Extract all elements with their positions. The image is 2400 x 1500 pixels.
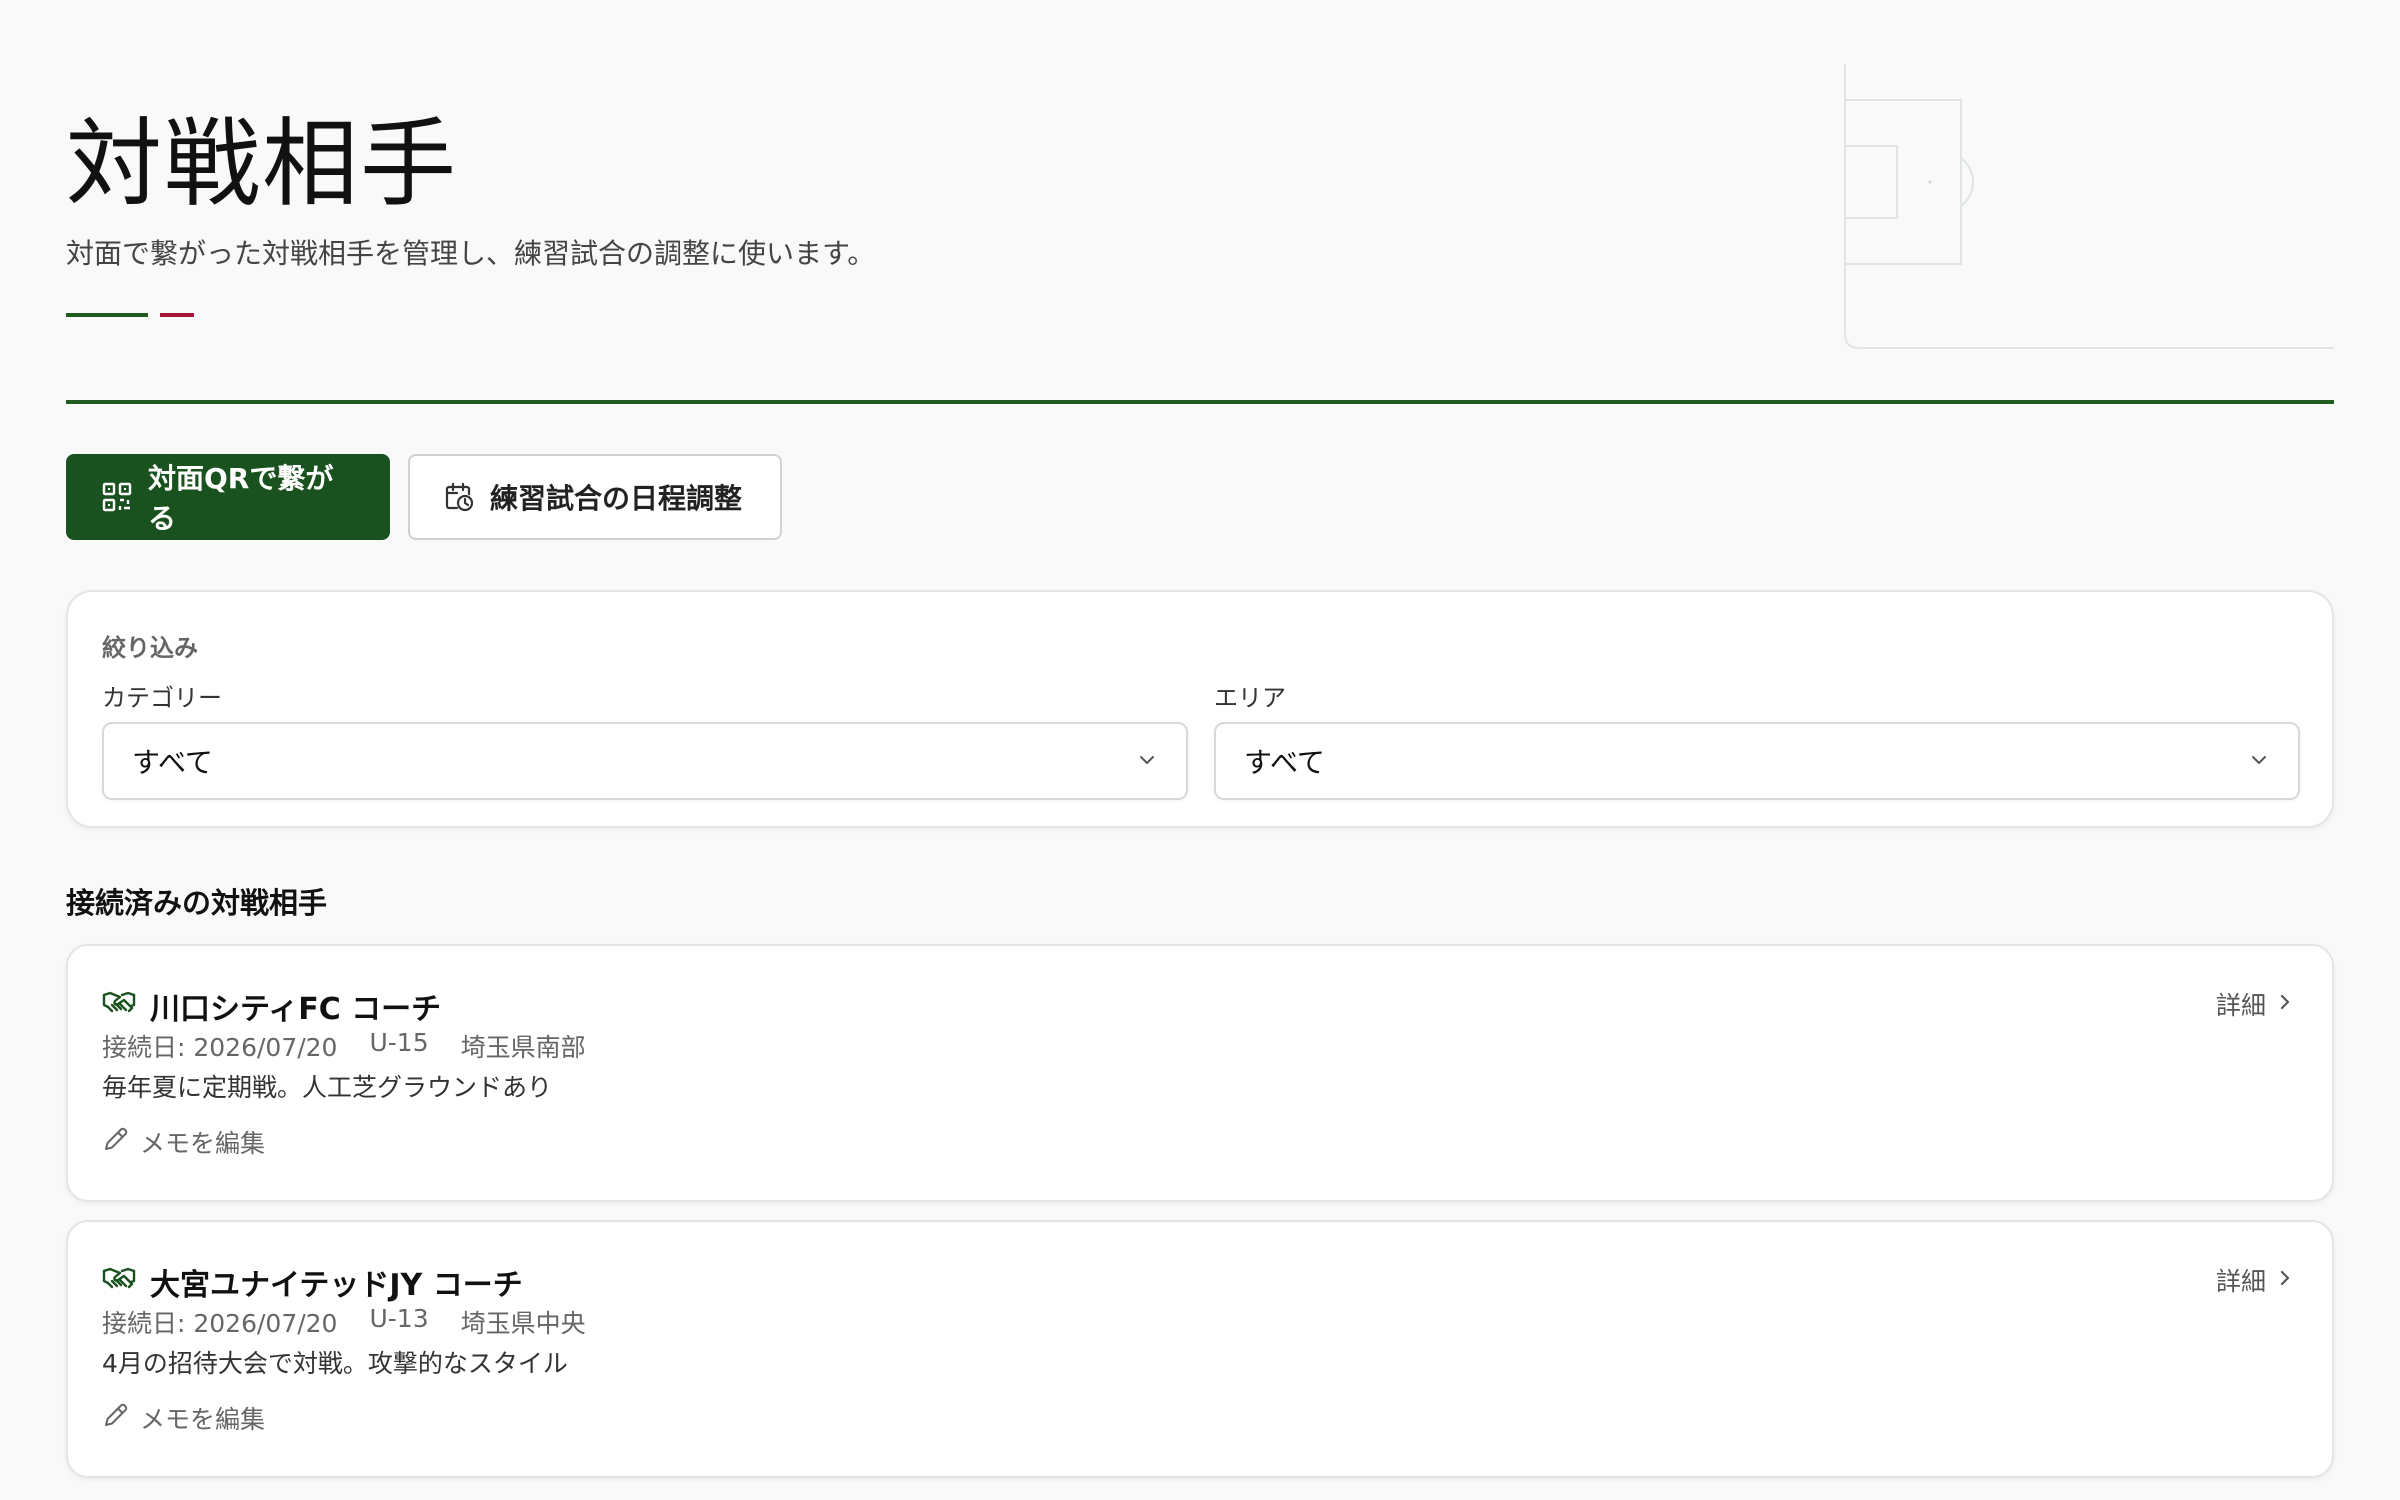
- opponent-card: 大宮ユナイテッドJY コーチ 詳細 接続日: 2026/07/20 U-13 埼…: [66, 1220, 2334, 1478]
- pencil-icon: [102, 1401, 130, 1435]
- opponent-meta: 接続日: 2026/07/20 U-13 埼玉県中央: [102, 1304, 586, 1340]
- opponent-card-header: 大宮ユナイテッドJY コーチ: [102, 1260, 523, 1304]
- opponent-detail-link[interactable]: 詳細: [2216, 1262, 2294, 1298]
- qr-connect-button[interactable]: 対面QRで繋がる: [66, 454, 390, 540]
- chevron-right-icon: [2276, 990, 2294, 1019]
- header-divider: [66, 400, 2334, 404]
- calendar-clock-icon: [442, 480, 476, 514]
- chevron-down-icon: [2248, 745, 2270, 778]
- accent-bar-red: [160, 313, 194, 317]
- area-filter: エリア すべて: [1214, 678, 2300, 800]
- area-label: エリア: [1214, 684, 1286, 712]
- edit-memo-button[interactable]: メモを編集: [102, 1124, 265, 1160]
- page-subtitle: 対面で繋がった対戦相手を管理し、練習試合の調整に使います。: [66, 237, 876, 270]
- opponent-meta: 接続日: 2026/07/20 U-15 埼玉県南部: [102, 1028, 586, 1064]
- opponent-category: U-15: [369, 1028, 429, 1057]
- category-label: カテゴリー: [102, 684, 222, 712]
- page-title: 対戦相手: [66, 108, 458, 220]
- opponent-name: 川口シティFC コーチ: [150, 992, 442, 1027]
- opponent-note: 4月の招待大会で対戦。攻撃的なスタイル: [102, 1349, 568, 1378]
- soccer-pitch-illustration: [1844, 64, 2334, 349]
- edit-memo-label: メモを編集: [140, 1129, 266, 1158]
- edit-memo-label: メモを編集: [140, 1405, 266, 1434]
- category-filter: カテゴリー すべて: [102, 678, 1188, 800]
- handshake-icon: [102, 989, 136, 1023]
- area-select[interactable]: すべて: [1214, 722, 2300, 800]
- opponent-detail-link[interactable]: 詳細: [2216, 986, 2294, 1022]
- category-select-value: すべて: [132, 746, 213, 779]
- area-select-value: すべて: [1244, 746, 1325, 779]
- opponent-connected-date: 接続日: 2026/07/20: [102, 1033, 338, 1062]
- opponent-category: U-13: [369, 1304, 429, 1333]
- opponent-card-header: 川口シティFC コーチ: [102, 984, 441, 1028]
- opponent-connected-date: 接続日: 2026/07/20: [102, 1309, 338, 1338]
- action-bar: 対面QRで繋がる 練習試合の日程調整: [66, 454, 782, 540]
- qr-code-icon: [100, 480, 134, 514]
- edit-memo-button[interactable]: メモを編集: [102, 1400, 265, 1436]
- filter-panel: 絞り込み カテゴリー すべて エリア すべて: [66, 590, 2334, 828]
- chevron-down-icon: [1136, 745, 1158, 778]
- handshake-icon: [102, 1265, 136, 1299]
- opponent-detail-label: 詳細: [2215, 1267, 2266, 1296]
- chevron-right-icon: [2276, 1266, 2294, 1295]
- page-header: 対戦相手 対面で繋がった対戦相手を管理し、練習試合の調整に使います。: [66, 0, 2334, 404]
- opponent-area: 埼玉県中央: [460, 1309, 586, 1338]
- opponent-card: 川口シティFC コーチ 詳細 接続日: 2026/07/20 U-15 埼玉県南…: [66, 944, 2334, 1202]
- pencil-icon: [102, 1125, 130, 1159]
- opponent-name: 大宮ユナイテッドJY コーチ: [150, 1268, 523, 1303]
- schedule-match-label: 練習試合の日程調整: [490, 482, 743, 515]
- qr-connect-label: 対面QRで繋がる: [148, 462, 334, 535]
- schedule-match-button[interactable]: 練習試合の日程調整: [408, 454, 782, 540]
- filter-heading: 絞り込み: [102, 634, 198, 662]
- page: 対戦相手 対面で繋がった対戦相手を管理し、練習試合の調整に使います。 対面QRで…: [0, 0, 2400, 1500]
- opponent-note: 毎年夏に定期戦。人工芝グラウンドあり: [102, 1073, 553, 1102]
- opponent-area: 埼玉県南部: [460, 1033, 586, 1062]
- opponent-detail-label: 詳細: [2215, 991, 2266, 1020]
- category-select[interactable]: すべて: [102, 722, 1188, 800]
- section-title: 接続済みの対戦相手: [66, 886, 328, 920]
- accent-bar-green: [66, 313, 148, 317]
